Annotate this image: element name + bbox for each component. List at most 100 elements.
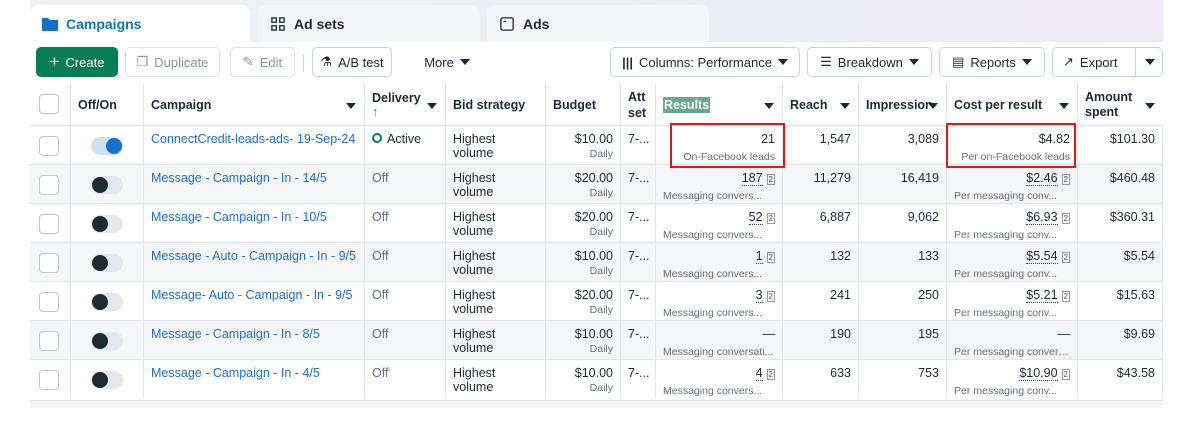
duplicate-icon: ❐ <box>136 54 149 69</box>
header-reach[interactable]: Reach <box>782 84 858 125</box>
budget-period: Daily <box>589 148 613 160</box>
columns-button[interactable]: ||| Columns: Performance <box>610 47 800 77</box>
table-row[interactable]: Message - Auto - Campaign - In - 9/5 Off… <box>30 242 1163 281</box>
results-cell: 3 2 Messaging convers... <box>655 282 782 320</box>
cost-type: Per messaging conv... <box>954 307 1058 319</box>
info-icon[interactable]: 2 <box>1061 291 1070 302</box>
row-checkbox[interactable] <box>39 292 59 312</box>
budget-cell: $10.00 Daily <box>545 321 620 359</box>
info-icon[interactable]: 2 <box>1061 174 1070 185</box>
table-row[interactable]: Message- Auto - Campaign - In - 9/5 Off … <box>30 281 1163 320</box>
row-checkbox[interactable] <box>39 136 59 156</box>
breakdown-button[interactable]: ☰ Breakdown <box>807 47 932 77</box>
table-row[interactable]: Message - Campaign - In - 4/5 Off Highes… <box>30 359 1163 398</box>
budget-period: Daily <box>589 226 613 238</box>
campaign-name-link[interactable]: Message - Auto - Campaign - In - 9/5 <box>143 243 364 281</box>
cost-type: Per messaging convers... <box>954 346 1070 358</box>
info-icon[interactable]: 2 <box>766 213 775 224</box>
header-delivery[interactable]: Delivery ↑ <box>364 84 445 125</box>
header-budget[interactable]: Budget <box>545 84 620 125</box>
info-icon[interactable]: 2 <box>1061 369 1070 380</box>
table-row[interactable]: Message - Campaign - In - 8/5 Off Highes… <box>30 320 1163 359</box>
tab-label: Ads <box>523 15 550 32</box>
info-icon[interactable]: 2 <box>766 252 775 263</box>
caret-down-icon <box>1144 59 1155 65</box>
row-checkbox[interactable] <box>39 253 59 273</box>
campaign-toggle[interactable] <box>91 176 123 194</box>
reports-button[interactable]: ▤ Reports <box>939 47 1045 77</box>
export-dropdown[interactable] <box>1135 48 1163 76</box>
campaign-name-link[interactable]: Message- Auto - Campaign - In - 9/5 <box>143 282 364 320</box>
results-type: Messaging convers... <box>663 229 763 241</box>
budget-value: $10.00 <box>574 366 613 380</box>
caret-down-icon <box>908 59 919 65</box>
campaign-toggle[interactable] <box>91 254 123 272</box>
header-campaign[interactable]: Campaign <box>143 84 364 125</box>
tab-ad-sets[interactable]: Ad sets <box>258 5 480 42</box>
edit-button[interactable]: ✎ Edit <box>230 47 295 77</box>
info-icon[interactable]: 2 <box>766 174 775 185</box>
info-icon[interactable]: 2 <box>766 291 775 302</box>
external-link-icon: ↗ <box>1063 54 1074 69</box>
row-checkbox[interactable] <box>39 331 59 351</box>
cost-value: $5.54 <box>1026 249 1058 264</box>
header-cost-per-result[interactable]: Cost per result <box>946 84 1077 125</box>
campaign-toggle[interactable] <box>91 293 123 311</box>
table-row[interactable]: Message - Campaign - In - 10/5 Off Highe… <box>30 203 1163 242</box>
tab-campaigns[interactable]: Campaigns <box>30 5 250 42</box>
campaign-toggle[interactable] <box>91 215 123 233</box>
cost-per-result-cell: $6.93 2 Per messaging conv... <box>946 204 1077 242</box>
budget-cell: $20.00 Daily <box>545 165 620 203</box>
cost-value: — <box>1057 327 1071 341</box>
reach-cell: 190 <box>782 321 858 359</box>
header-amount-spent[interactable]: Amount spent <box>1077 84 1163 125</box>
create-button[interactable]: + Create <box>36 47 118 77</box>
campaign-name-link[interactable]: Message - Campaign - In - 4/5 <box>143 360 364 398</box>
results-value: 1 <box>755 249 763 264</box>
delivery-cell: Off <box>364 282 445 320</box>
cost-value: $2.46 <box>1026 171 1058 186</box>
tab-ads[interactable]: Ads <box>487 5 709 42</box>
header-impressions[interactable]: Impression <box>858 84 946 125</box>
campaign-toggle[interactable] <box>91 332 123 350</box>
info-icon[interactable]: 2 <box>1061 213 1070 224</box>
results-cell: 52 2 Messaging convers... <box>655 204 782 242</box>
row-checkbox[interactable] <box>39 214 59 234</box>
campaign-name-link[interactable]: Message - Campaign - In - 8/5 <box>143 321 364 359</box>
sort-ascending-icon: ↑ <box>372 104 379 119</box>
budget-cell: $10.00 Daily <box>545 360 620 398</box>
campaign-name-link[interactable]: Message - Campaign - In - 10/5 <box>143 204 364 242</box>
header-label: Impression <box>866 97 933 112</box>
amount-spent-cell: $43.58 <box>1077 360 1163 398</box>
results-cell: 4 2 Messaging convers... <box>655 360 782 398</box>
ab-test-button[interactable]: ⚗ A/B test <box>312 47 392 77</box>
offon-cell <box>70 204 143 242</box>
attribution-cell: 7-... <box>620 282 655 320</box>
campaign-toggle[interactable] <box>91 371 123 389</box>
select-all-checkbox[interactable] <box>39 94 59 114</box>
row-checkbox[interactable] <box>39 175 59 195</box>
export-button[interactable]: ↗ Export <box>1052 47 1163 77</box>
header-results[interactable]: Results <box>655 84 782 125</box>
budget-cell: $20.00 Daily <box>545 282 620 320</box>
more-button[interactable]: More <box>412 47 482 77</box>
results-type: Messaging convers... <box>663 190 763 202</box>
campaign-name-link[interactable]: ConnectCredit-leads-ads- 19-Sep-24 <box>143 126 364 164</box>
table-header: Off/On Campaign Delivery ↑ Bid strategy B… <box>30 84 1163 125</box>
header-attribution[interactable]: Att set <box>620 84 655 125</box>
caret-down-icon <box>346 103 356 109</box>
campaign-name-link[interactable]: Message - Campaign - In - 14/5 <box>143 165 364 203</box>
info-icon[interactable]: 2 <box>1061 252 1070 263</box>
header-offon[interactable]: Off/On <box>70 84 143 125</box>
bid-strategy-cell: Highest volume <box>445 321 545 359</box>
toolbar: + Create ❐ Duplicate ✎ Edit ⚗ A/B test More … <box>30 42 1163 84</box>
header-label: Amount spent <box>1085 89 1133 119</box>
amount-spent-cell: $460.48 <box>1077 165 1163 203</box>
header-bid-strategy[interactable]: Bid strategy <box>445 84 545 125</box>
row-checkbox[interactable] <box>39 370 59 390</box>
delivery-cell: Active <box>364 126 445 164</box>
campaign-toggle[interactable] <box>91 137 123 155</box>
table-row[interactable]: Message - Campaign - In - 14/5 Off Highe… <box>30 164 1163 203</box>
info-icon[interactable]: 2 <box>766 369 775 380</box>
duplicate-button[interactable]: ❐ Duplicate <box>125 47 220 77</box>
